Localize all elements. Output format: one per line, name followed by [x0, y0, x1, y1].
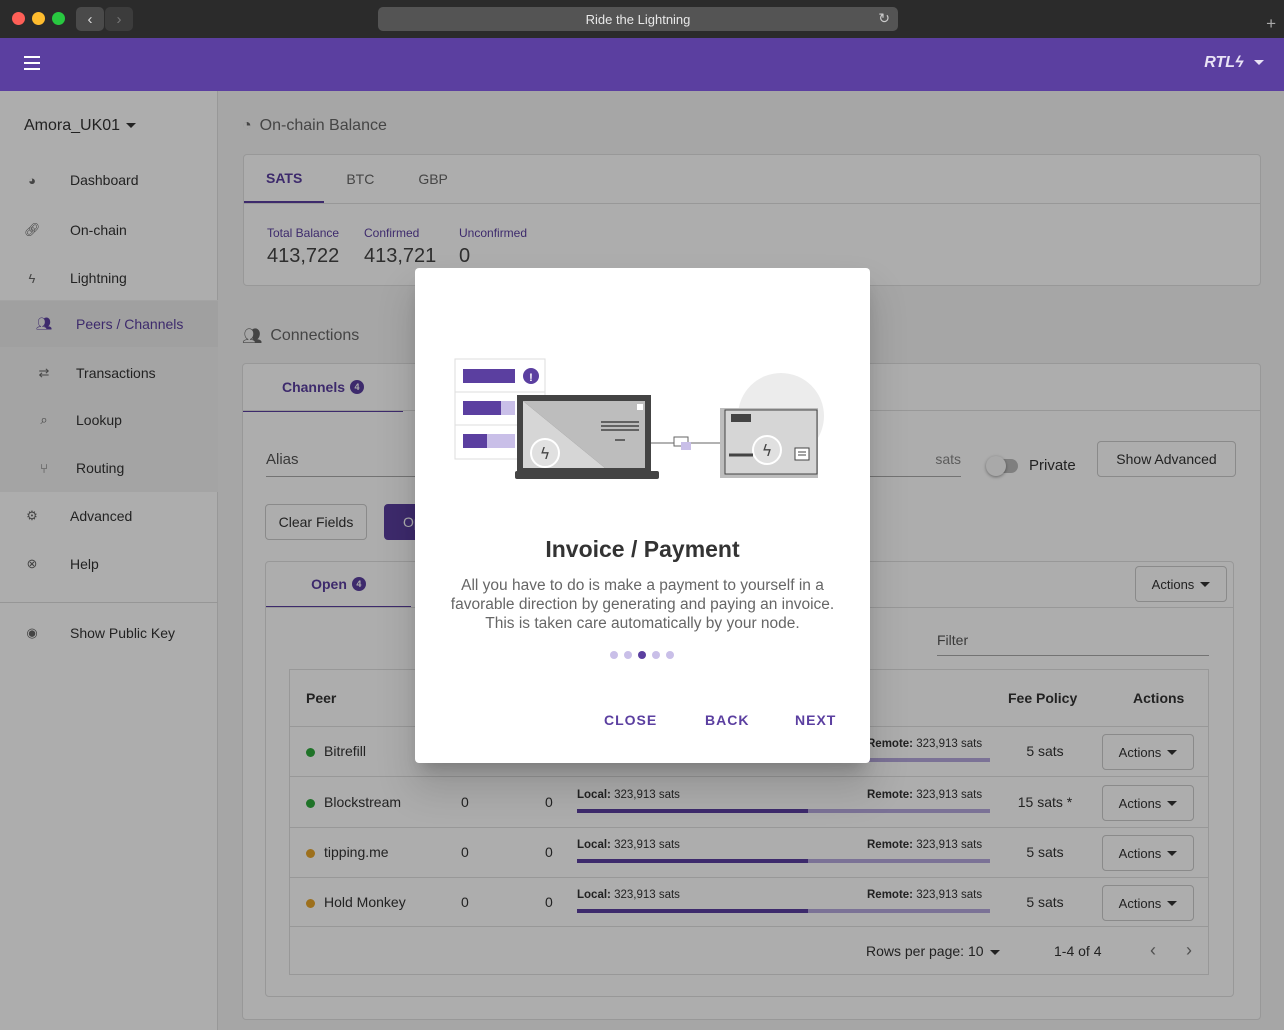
onboarding-dialog: ! ϟ ϟ Invoice / Payment All you have to … — [415, 268, 870, 763]
window-titlebar: ‹ › Ride the Lightning ↻ + — [0, 0, 1284, 38]
step-dot — [624, 651, 632, 659]
svg-text:ϟ: ϟ — [540, 444, 551, 463]
back-button[interactable]: BACK — [705, 712, 749, 728]
chevron-left-icon: ‹ — [87, 10, 93, 28]
chevron-right-icon: › — [116, 10, 122, 28]
step-indicator — [610, 651, 674, 659]
rtl-logo-menu[interactable]: RTLϟ — [1204, 54, 1264, 72]
zoom-window-button[interactable] — [52, 12, 65, 25]
close-window-button[interactable] — [12, 12, 25, 25]
minimize-window-button[interactable] — [32, 12, 45, 25]
step-dot — [666, 651, 674, 659]
step-dot — [652, 651, 660, 659]
step-dot — [610, 651, 618, 659]
svg-text:!: ! — [529, 372, 533, 384]
browser-forward-button[interactable]: › — [105, 7, 133, 31]
next-button[interactable]: NEXT — [795, 712, 836, 728]
dialog-title: Invoice / Payment — [545, 536, 740, 562]
browser-back-button[interactable]: ‹ — [76, 7, 104, 31]
invoice-payment-illustration: ! ϟ ϟ — [454, 358, 824, 479]
address-bar[interactable]: Ride the Lightning ↻ — [378, 7, 898, 31]
page-title: Ride the Lightning — [585, 11, 691, 27]
svg-text:ϟ: ϟ — [762, 441, 773, 460]
step-dot — [638, 651, 646, 659]
app-toolbar: RTLϟ — [0, 38, 1284, 91]
logo-text: RTLϟ — [1204, 54, 1244, 71]
new-tab-icon[interactable]: + — [1266, 14, 1276, 34]
menu-icon[interactable] — [24, 56, 40, 70]
caret-down-icon — [1254, 60, 1264, 66]
reload-icon[interactable]: ↻ — [878, 10, 890, 27]
dialog-description: All you have to do is make a payment to … — [450, 577, 835, 632]
close-button[interactable]: CLOSE — [604, 712, 657, 728]
